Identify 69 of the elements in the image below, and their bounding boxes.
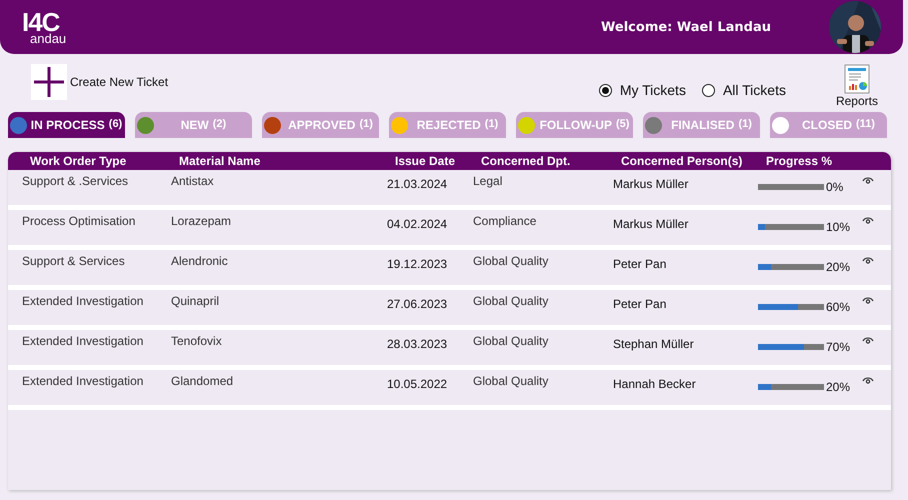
table-cell-text: Support & Services <box>22 253 126 268</box>
reports-button[interactable]: Reports <box>836 64 878 108</box>
create-ticket-button[interactable]: Create New Ticket <box>31 64 168 100</box>
table-row[interactable]: Extended Investigation Quinapril 27.06.2023 Global Quality Peter Pan 60% <box>8 290 891 330</box>
table-cell-text: Extended Investigation <box>22 373 144 388</box>
logo: I4C andau <box>22 9 66 45</box>
progress-bar <box>758 344 824 350</box>
column-header: Issue Date <box>394 154 456 168</box>
progress-text: 20% <box>826 260 850 274</box>
status-tab[interactable]: IN PROCESS (6) <box>8 112 125 138</box>
eye-icon[interactable] <box>862 375 874 385</box>
eye-icon[interactable] <box>862 295 874 305</box>
table-cell-text: Glandomed <box>171 373 234 388</box>
welcome-text: Welcome: Wael Landau <box>601 20 771 34</box>
table-cell-text: Global Quality <box>473 373 550 388</box>
table-cell-text: Compliance <box>473 213 538 228</box>
progress-bar <box>758 224 824 230</box>
table-cell-text: Global Quality <box>473 333 550 348</box>
table-cell-text: 04.02.2024 <box>387 216 448 231</box>
table-row[interactable]: Extended Investigation Tenofovix 28.03.2023 Global Quality Stephan Müller 70% <box>8 330 891 370</box>
table-cell-text: Extended Investigation <box>22 293 144 308</box>
table-cell-text: Lorazepam <box>171 213 232 228</box>
table-cell-text: 21.03.2024 <box>387 176 448 191</box>
table-cell-text: Global Quality <box>473 253 550 268</box>
eye-icon[interactable] <box>862 175 874 185</box>
report-icon <box>844 64 870 94</box>
table-cell-text: Global Quality <box>473 293 550 308</box>
progress-bar <box>758 264 824 270</box>
table-cell-text: Antistax <box>171 173 215 188</box>
table-cell-text: Legal <box>473 173 504 188</box>
table-cell-text: Process Optimisation <box>22 213 136 228</box>
progress-bar <box>758 304 824 310</box>
progress-text: 70% <box>826 340 850 354</box>
radio-option[interactable]: My Tickets <box>598 82 686 98</box>
table-cell-text: Hannah Becker <box>613 376 697 391</box>
table-cell-text: Peter Pan <box>613 296 668 311</box>
table-row[interactable]: Process Optimisation Lorazepam 04.02.2024 Compliance Markus Müller 10% <box>8 210 891 250</box>
table-cell-text: Stephan Müller <box>613 336 695 351</box>
table-cell-text: Alendronic <box>171 253 229 268</box>
eye-icon[interactable] <box>862 215 874 225</box>
plus-icon <box>31 64 67 100</box>
column-header: Concerned Person(s) <box>620 154 744 168</box>
table-cell-text: 10.05.2022 <box>387 376 448 391</box>
table-cell-text: Quinapril <box>171 293 220 308</box>
progress-text: 60% <box>826 300 850 314</box>
radio-option[interactable]: All Tickets <box>702 82 786 98</box>
progress-text: 20% <box>826 380 850 394</box>
create-ticket-label: Create New Ticket <box>70 75 168 89</box>
eye-icon[interactable] <box>862 335 874 345</box>
progress-bar <box>758 384 824 390</box>
column-header: Material Name <box>178 154 262 168</box>
table-cell-text: 27.06.2023 <box>387 296 448 311</box>
table-cell-text: 19.12.2023 <box>387 256 448 271</box>
table-cell-text: Support & .Services <box>22 173 130 188</box>
table-row[interactable]: Extended Investigation Glandomed 10.05.2022 Global Quality Hannah Becker 20% <box>8 370 891 410</box>
progress-text: 0% <box>826 180 844 194</box>
table-cell-text: Markus Müller <box>613 216 690 231</box>
eye-icon[interactable] <box>862 255 874 265</box>
column-header: Concerned Dpt. <box>480 154 572 168</box>
table-cell-text: Peter Pan <box>613 256 668 271</box>
table-cell-text: Markus Müller <box>613 176 690 191</box>
column-header: Progress % <box>765 154 834 168</box>
progress-text: 10% <box>826 220 850 234</box>
table-row[interactable]: Support & .Services Antistax 21.03.2024 Legal Markus Müller 0% <box>8 170 891 210</box>
table-cell-text: Tenofovix <box>171 333 223 348</box>
table-cell-text: Extended Investigation <box>22 333 144 348</box>
table-cell-text: 28.03.2023 <box>387 336 448 351</box>
table-row[interactable]: Support & Services Alendronic 19.12.2023 Global Quality Peter Pan 20% <box>8 250 891 290</box>
column-header: Work Order Type <box>29 154 128 168</box>
